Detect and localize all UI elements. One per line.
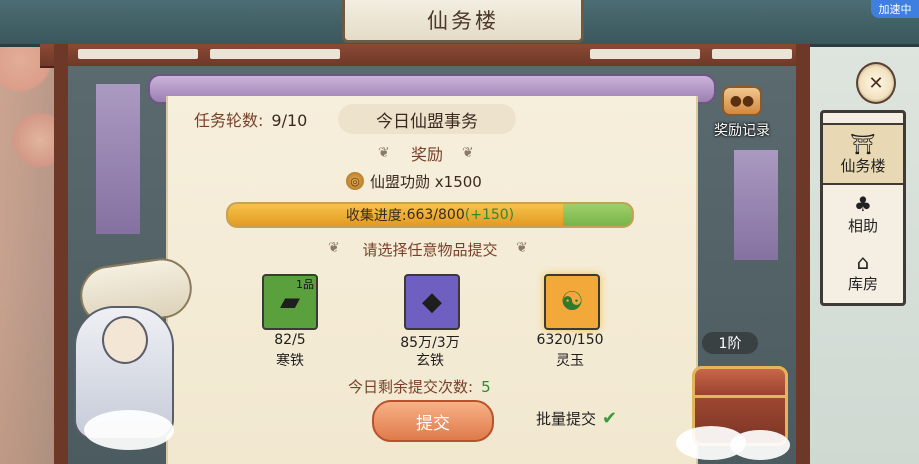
help-icon: ♣ (854, 191, 872, 216)
cloud (84, 410, 174, 450)
item-name: 灵玉 (556, 353, 584, 369)
beam-panel (78, 49, 198, 59)
side-tab-rack: ⛩ 仙务楼 ♣ 相助 ⌂ 库房 (820, 110, 906, 306)
tab-help-label: 相助 (847, 216, 878, 235)
rounds-label: 任务轮数: (194, 111, 264, 130)
tier-label: 1阶 (702, 332, 758, 354)
progress-label: 收集进度: (345, 208, 407, 224)
reward-records-label: 奖励记录 (714, 123, 770, 139)
checkmark-icon: ✔ (602, 408, 618, 429)
item-cold-iron[interactable]: ▰ 1品 (262, 274, 318, 330)
storehouse-icon: ⌂ (856, 249, 870, 274)
remaining-value: 5 (481, 378, 491, 396)
item-spirit-jade[interactable]: ☯ (544, 274, 600, 330)
remaining-submits: 今日剩余提交次数: 5 (348, 376, 491, 397)
swirl-right-icon: ❦ (516, 240, 528, 256)
jade-icon: ☯ (560, 287, 584, 317)
tab-storehouse[interactable]: ⌂ 库房 (823, 243, 903, 301)
panel-title: 今日仙盟事务 (338, 104, 516, 134)
choose-header: 请选择任意物品提交 (362, 240, 498, 259)
batch-submit-toggle[interactable]: 批量提交 ✔ (536, 408, 617, 429)
rounds-info: 任务轮数: 9/10 (194, 107, 307, 131)
swirl-right-icon: ❦ (462, 145, 474, 161)
close-lantern-icon[interactable]: ✕ (856, 62, 896, 104)
speed-badge: 加速中 (871, 0, 919, 18)
progress-value: 663/800 (406, 207, 465, 223)
ribbon-right (734, 150, 778, 260)
reward-bag-icon: ●● (722, 86, 762, 116)
tab-pavilion[interactable]: ⛩ 仙务楼 (823, 123, 903, 185)
right-post (796, 44, 810, 464)
item-dark-iron[interactable]: ◆ (404, 274, 460, 330)
ribbon-left (96, 84, 140, 234)
npc-face (102, 316, 148, 364)
beam-panel (712, 49, 792, 59)
reward-records-button[interactable]: ●● 奖励记录 (704, 86, 780, 140)
progress-bonus: (+150) (464, 207, 515, 223)
item-name: 玄铁 (416, 353, 444, 369)
submit-button[interactable]: 提交 (372, 400, 494, 442)
item-name: 寒铁 (276, 353, 304, 369)
batch-submit-label: 批量提交 (536, 410, 597, 428)
chest-lid (692, 366, 788, 398)
collect-progress-bar: 收集进度: 663/800 (+150) (226, 202, 634, 228)
beam-panel (210, 49, 340, 59)
pavilion-icon: ⛩ (850, 131, 876, 156)
reward-line: ◎ 仙盟功勋 x1500 (346, 171, 482, 191)
dark-iron-icon: ◆ (422, 287, 442, 317)
item-count: 82/5 (274, 332, 306, 348)
remaining-label: 今日剩余提交次数: (348, 378, 474, 396)
item-count: 85万/3万 (400, 335, 460, 351)
tab-pavilion-label: 仙务楼 (840, 156, 886, 175)
tab-help[interactable]: ♣ 相助 (823, 185, 903, 243)
reward-item-text: 仙盟功勋 x1500 (370, 172, 482, 191)
rounds-value: 9/10 (271, 111, 308, 130)
cloud (730, 430, 790, 460)
window-title: 仙务楼 (342, 0, 584, 43)
tab-storehouse-label: 库房 (847, 274, 878, 293)
item-grade: 1品 (296, 278, 314, 291)
merit-coin-icon: ◎ (346, 172, 364, 190)
progress-text: 收集进度: 663/800 (+150) (228, 204, 632, 226)
beam-panel (590, 49, 700, 59)
item-count: 6320/150 (536, 332, 604, 348)
